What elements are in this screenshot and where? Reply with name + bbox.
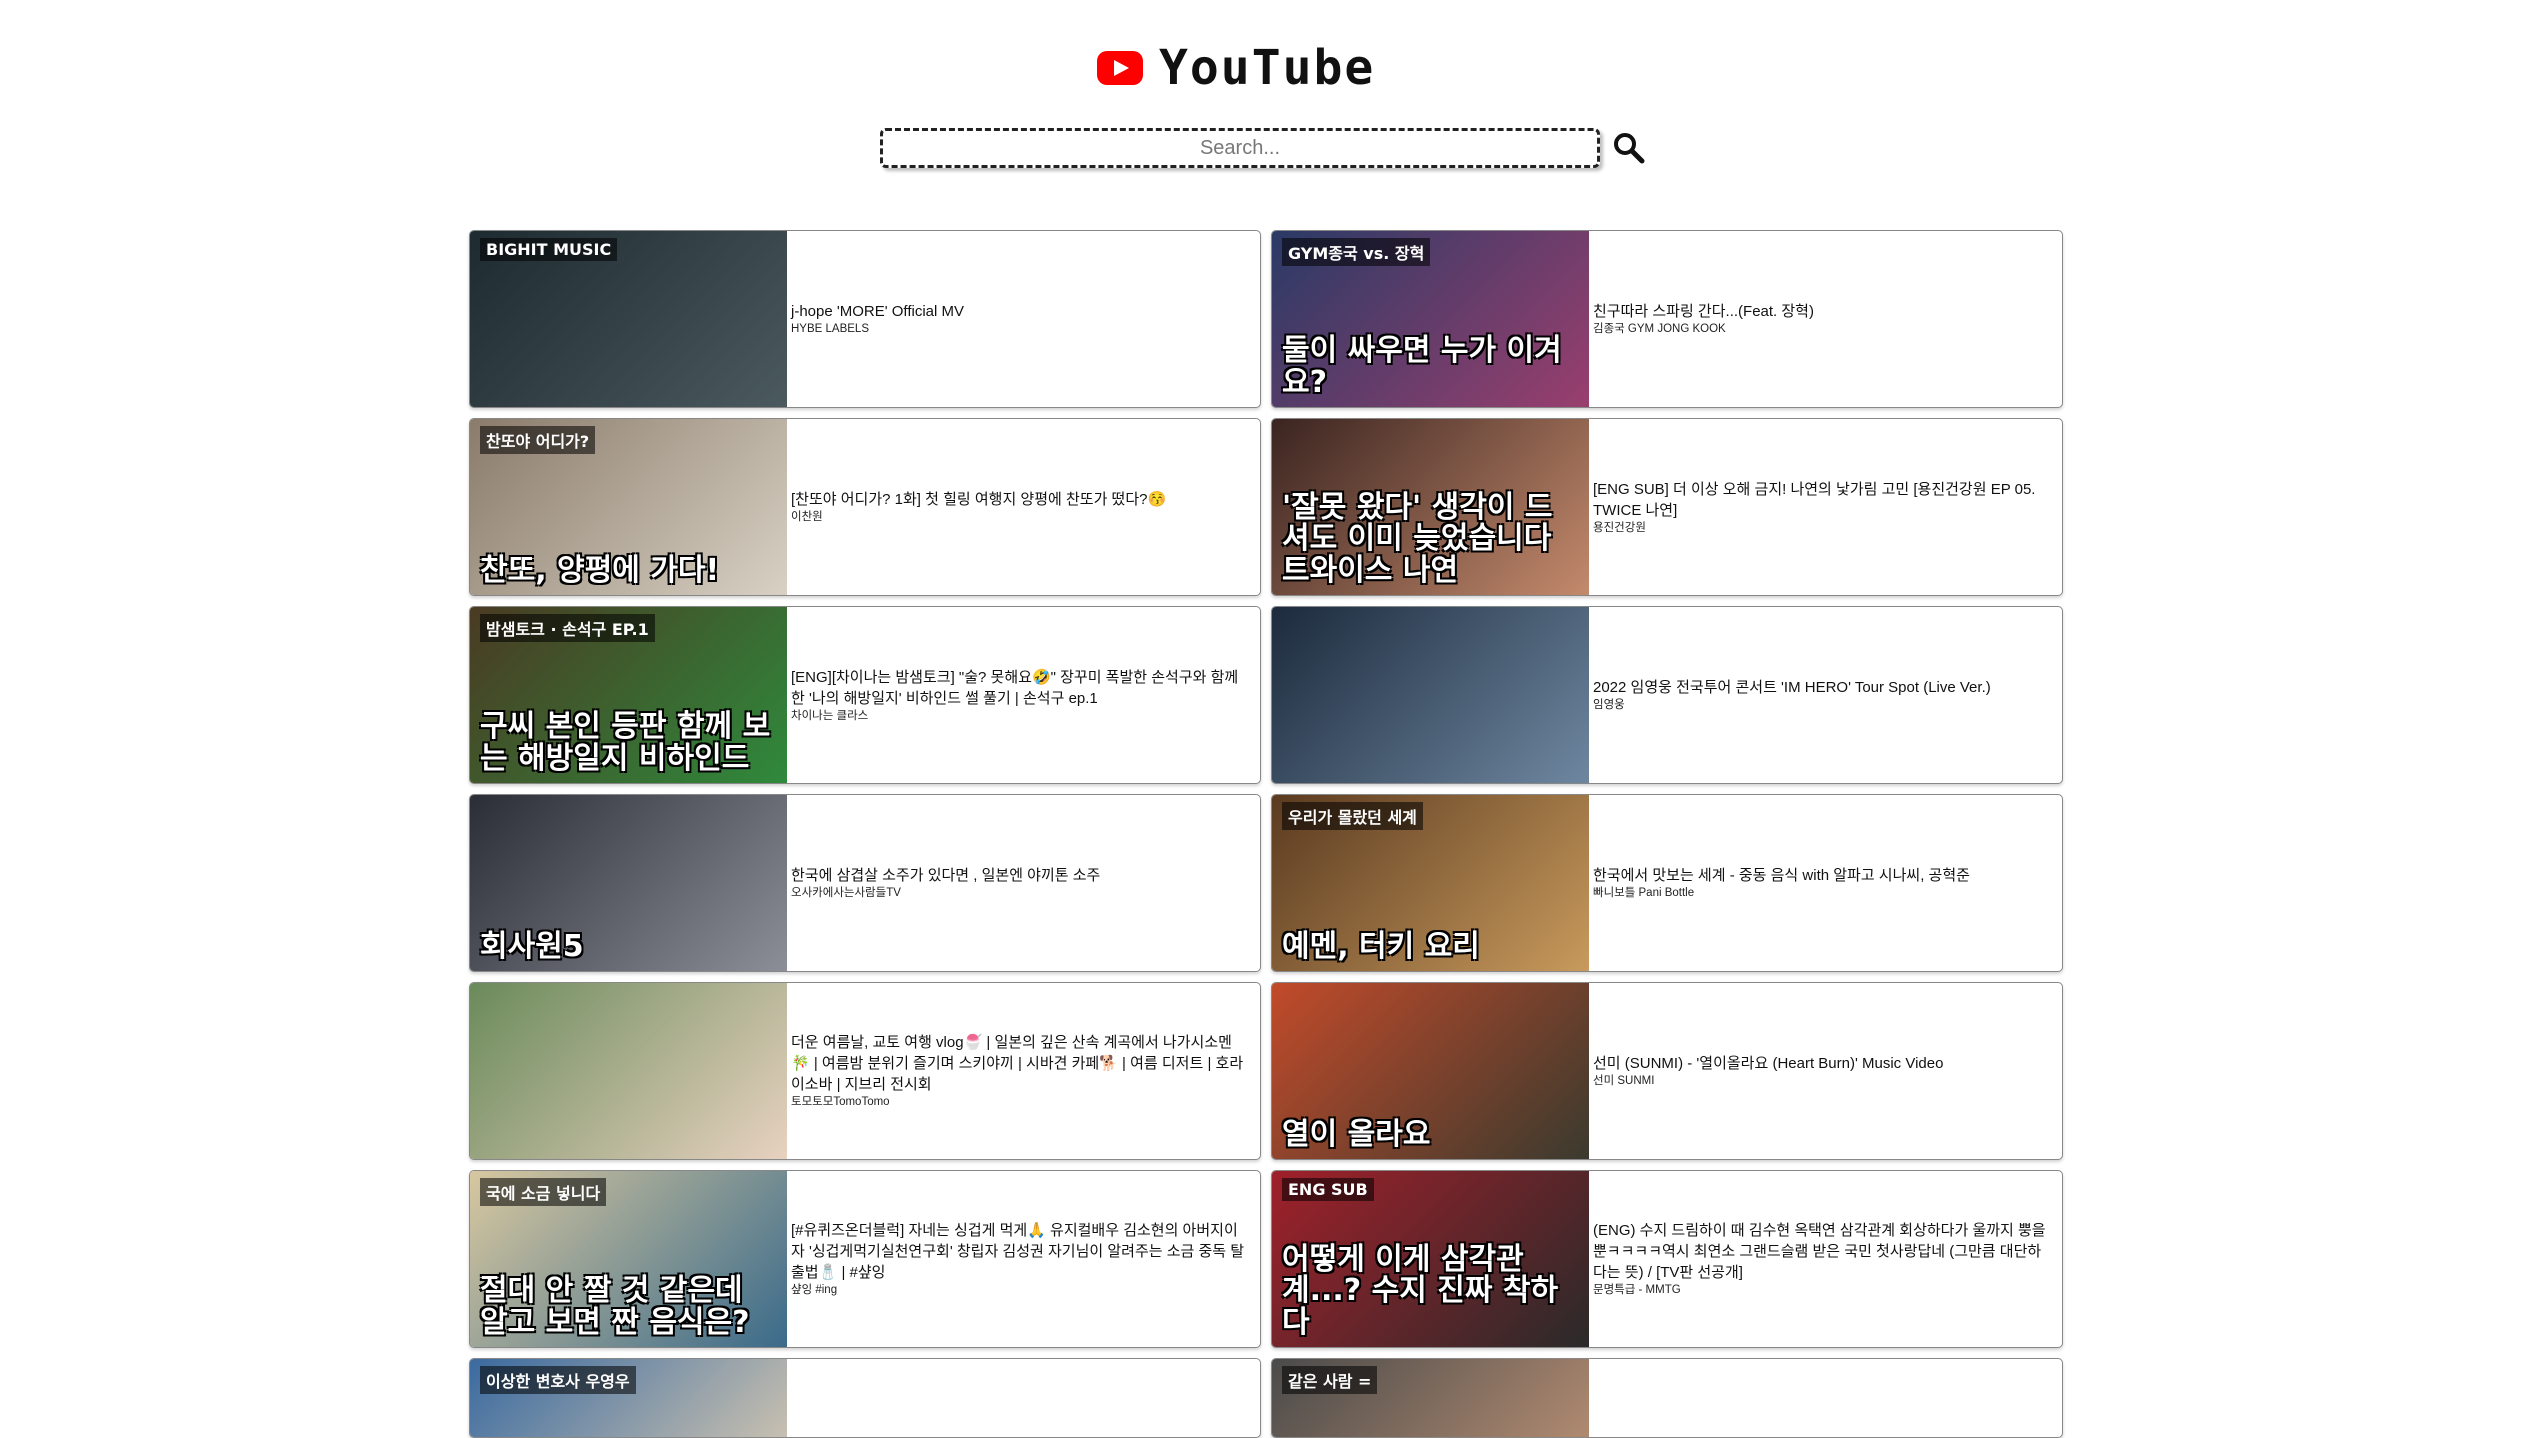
video-card[interactable]: 2022 임영웅 전국투어 콘서트 'IM HERO' Tour Spot (L… — [1271, 606, 2063, 784]
video-thumbnail[interactable]: 찬또야 어디가? 찬또, 양평에 가다! — [470, 419, 787, 595]
video-thumbnail[interactable] — [1272, 607, 1589, 783]
video-title[interactable]: 한국에서 맛보는 세계 - 중동 음식 with 알파고 시나씨, 공혁준 — [1593, 865, 1970, 886]
video-info: 한국에 삼겹살 소주가 있다면 , 일본엔 야끼톤 소주 오사카에사는사람들TV — [787, 865, 1112, 901]
video-info: [찬또야 어디가? 1화] 첫 힐링 여행지 양평에 찬또가 떴다?😚 이찬원 — [787, 489, 1178, 525]
thumbnail-tag: BIGHIT MUSIC — [480, 238, 618, 261]
video-card[interactable]: GYM종국 vs. 장혁 둘이 싸우면 누가 이겨요? 친구따라 스파링 간다...… — [1271, 230, 2063, 408]
video-thumbnail[interactable]: 국에 소금 넣니다절대 안 짤 것 같은데 알고 보면 짠 음식은? — [470, 1171, 787, 1347]
video-thumbnail[interactable]: GYM종국 vs. 장혁둘이 싸우면 누가 이겨요? — [1272, 231, 1589, 407]
channel-name[interactable]: 샾잉 #ing — [791, 1283, 1248, 1298]
thumbnail-caption: 어떻게 이게 삼각관계...? 수지 진짜 착하다 — [1282, 1241, 1559, 1340]
thumbnail-caption: 열이 올라요 — [1282, 1116, 1431, 1152]
video-title[interactable]: [찬또야 어디가? 1화] 첫 힐링 여행지 양평에 찬또가 떴다?😚 — [791, 489, 1166, 510]
video-info: 더운 여름날, 교토 여행 vlog🍧 | 일본의 깊은 산속 계곡에서 나가시… — [787, 1032, 1260, 1110]
channel-name[interactable]: 문명특급 - MMTG — [1593, 1283, 2050, 1298]
youtube-logo[interactable]: YouTube — [1097, 38, 1375, 98]
video-info: 한국에서 맛보는 세계 - 중동 음식 with 알파고 시나씨, 공혁준 빠니보… — [1589, 865, 1982, 901]
video-title[interactable]: [ENG SUB] 더 이상 오해 금지! 나연의 낯가림 고민 [용진건강원 … — [1593, 479, 2050, 521]
video-card[interactable]: 더운 여름날, 교토 여행 vlog🍧 | 일본의 깊은 산속 계곡에서 나가시… — [469, 982, 1261, 1160]
search-icon — [1614, 133, 1645, 164]
video-thumbnail[interactable]: 우리가 몰랐던 세계예멘, 터키 요리 — [1272, 795, 1589, 971]
video-card[interactable]: 찬또야 어디가? 찬또, 양평에 가다! [찬또야 어디가? 1화] 첫 힐링 여행… — [469, 418, 1261, 596]
video-info: 친구따라 스파링 간다...(Feat. 장혁) 김종국 GYM JONG KOO… — [1589, 301, 1826, 337]
thumbnail-caption: '잘못 왔다' 생각이 드셔도 이미 늦었습니다 트와이스 나연 — [1282, 489, 1553, 588]
logo-text: YouTube — [1159, 40, 1376, 96]
video-thumbnail[interactable]: 열이 올라요 — [1272, 983, 1589, 1159]
youtube-play-icon — [1097, 51, 1143, 85]
channel-name[interactable]: HYBE LABELS — [791, 322, 964, 337]
channel-name[interactable]: 임영웅 — [1593, 698, 1991, 713]
video-thumbnail[interactable]: 회사원5 — [470, 795, 787, 971]
video-info: [#유퀴즈온더블럭] 자네는 싱겁게 먹게🙏 유지컬배우 김소현의 아버지이자 … — [787, 1220, 1260, 1298]
video-card[interactable]: 회사원5 한국에 삼겹살 소주가 있다면 , 일본엔 야끼톤 소주 오사카에사는사람… — [469, 794, 1261, 972]
video-title[interactable]: [#유퀴즈온더블럭] 자네는 싱겁게 먹게🙏 유지컬배우 김소현의 아버지이자 … — [791, 1220, 1248, 1283]
video-title[interactable]: j-hope 'MORE' Official MV — [791, 301, 964, 322]
thumbnail-caption: 예멘, 터키 요리 — [1282, 928, 1480, 964]
video-info: j-hope 'MORE' Official MV HYBE LABELS — [787, 301, 976, 337]
search-button[interactable] — [1612, 131, 1648, 167]
header: YouTube — [0, 0, 2526, 200]
video-card[interactable]: '잘못 왔다' 생각이 드셔도 이미 늦었습니다 트와이스 나연 [ENG SUB… — [1271, 418, 2063, 596]
video-thumbnail[interactable]: ENG SUB 어떻게 이게 삼각관계...? 수지 진짜 착하다 — [1272, 1171, 1589, 1347]
video-card[interactable]: 같은 사람 = — [1271, 1358, 2063, 1438]
thumbnail-tag: ENG SUB — [1282, 1178, 1374, 1201]
video-title[interactable]: 더운 여름날, 교토 여행 vlog🍧 | 일본의 깊은 산속 계곡에서 나가시… — [791, 1032, 1248, 1095]
search-bar — [880, 128, 1650, 172]
channel-name[interactable]: 토모토모TomoTomo — [791, 1095, 1248, 1110]
video-title[interactable]: [ENG][차이나는 밤샘토크] "술? 못해요🤣" 장꾸미 폭발한 손석구와 … — [791, 667, 1248, 709]
thumbnail-tag: 같은 사람 = — [1282, 1366, 1378, 1394]
thumbnail-caption: 둘이 싸우면 누가 이겨요? — [1282, 333, 1562, 400]
video-thumbnail[interactable]: 이상한 변호사 우영우 — [470, 1359, 787, 1437]
video-card[interactable]: 우리가 몰랐던 세계 예멘, 터키 요리 한국에서 맛보는 세계 - 중동 음식 w… — [1271, 794, 2063, 972]
video-info: 2022 임영웅 전국투어 콘서트 'IM HERO' Tour Spot (L… — [1589, 677, 2003, 713]
video-card[interactable]: 이상한 변호사 우영우 — [469, 1358, 1261, 1438]
thumbnail-tag: GYM종국 vs. 장혁 — [1282, 238, 1431, 266]
video-title[interactable]: (ENG) 수지 드림하이 때 김수현 옥택연 삼각관계 회상하다가 울까지 뿡… — [1593, 1220, 2050, 1283]
channel-name[interactable]: 빠니보틀 Pani Bottle — [1593, 886, 1970, 901]
video-thumbnail[interactable] — [470, 983, 787, 1159]
channel-name[interactable]: 이찬원 — [791, 510, 1166, 525]
video-card[interactable]: 국에 소금 넣니다 절대 안 짤 것 같은데 알고 보면 짠 음식은? [#유퀴즈온… — [469, 1170, 1261, 1348]
video-card[interactable]: 밤샘토크 · 손석구 EP.1 구씨 본인 등판 함께 보는 해방일지 비하인드 [… — [469, 606, 1261, 784]
thumbnail-tag: 밤샘토크 · 손석구 EP.1 — [480, 614, 655, 642]
video-card[interactable]: BIGHIT MUSIC j-hope 'MORE' Official MV HYB… — [469, 230, 1261, 408]
video-title[interactable]: 선미 (SUNMI) - '열이올라요 (Heart Burn)' Music … — [1593, 1053, 1943, 1074]
video-title[interactable]: 친구따라 스파링 간다...(Feat. 장혁) — [1593, 301, 1814, 322]
video-card[interactable]: 열이 올라요 선미 (SUNMI) - '열이올라요 (Heart Burn)' … — [1271, 982, 2063, 1160]
thumbnail-caption: 구씨 본인 등판 함께 보는 해방일지 비하인드 — [480, 709, 771, 776]
thumbnail-tag: 이상한 변호사 우영우 — [480, 1366, 636, 1394]
channel-name[interactable]: 김종국 GYM JONG KOOK — [1593, 322, 1814, 337]
thumbnail-caption: 찬또, 양평에 가다! — [480, 552, 720, 588]
video-thumbnail[interactable]: 같은 사람 = — [1272, 1359, 1589, 1437]
channel-name[interactable]: 오사카에사는사람들TV — [791, 886, 1100, 901]
video-info: [ENG SUB] 더 이상 오해 금지! 나연의 낯가림 고민 [용진건강원 … — [1589, 479, 2062, 536]
thumbnail-tag: 국에 소금 넣니다 — [480, 1178, 607, 1206]
video-card[interactable]: ENG SUB 어떻게 이게 삼각관계...? 수지 진짜 착하다 (ENG) 수지… — [1271, 1170, 2063, 1348]
video-info: (ENG) 수지 드림하이 때 김수현 옥택연 삼각관계 회상하다가 울까지 뿡… — [1589, 1220, 2062, 1298]
video-thumbnail[interactable]: '잘못 왔다' 생각이 드셔도 이미 늦었습니다 트와이스 나연 — [1272, 419, 1589, 595]
thumbnail-caption: 회사원5 — [480, 928, 584, 964]
thumbnail-tag: 찬또야 어디가? — [480, 426, 596, 454]
video-thumbnail[interactable]: 밤샘토크 · 손석구 EP.1 구씨 본인 등판 함께 보는 해방일지 비하인드 — [470, 607, 787, 783]
search-input[interactable] — [880, 128, 1600, 168]
video-info: [ENG][차이나는 밤샘토크] "술? 못해요🤣" 장꾸미 폭발한 손석구와 … — [787, 667, 1260, 724]
video-info: 선미 (SUNMI) - '열이올라요 (Heart Burn)' Music … — [1589, 1053, 1955, 1089]
channel-name[interactable]: 차이나는 클라스 — [791, 709, 1248, 724]
channel-name[interactable]: 용진건강원 — [1593, 521, 2050, 536]
video-grid: BIGHIT MUSIC j-hope 'MORE' Official MV HYB… — [469, 230, 2063, 1438]
video-title[interactable]: 한국에 삼겹살 소주가 있다면 , 일본엔 야끼톤 소주 — [791, 865, 1100, 886]
video-title[interactable]: 2022 임영웅 전국투어 콘서트 'IM HERO' Tour Spot (L… — [1593, 677, 1991, 698]
video-thumbnail[interactable]: BIGHIT MUSIC — [470, 231, 787, 407]
thumbnail-caption: 절대 안 짤 것 같은데 알고 보면 짠 음식은? — [480, 1273, 750, 1340]
channel-name[interactable]: 선미 SUNMI — [1593, 1074, 1943, 1089]
thumbnail-tag: 우리가 몰랐던 세계 — [1282, 802, 1423, 830]
